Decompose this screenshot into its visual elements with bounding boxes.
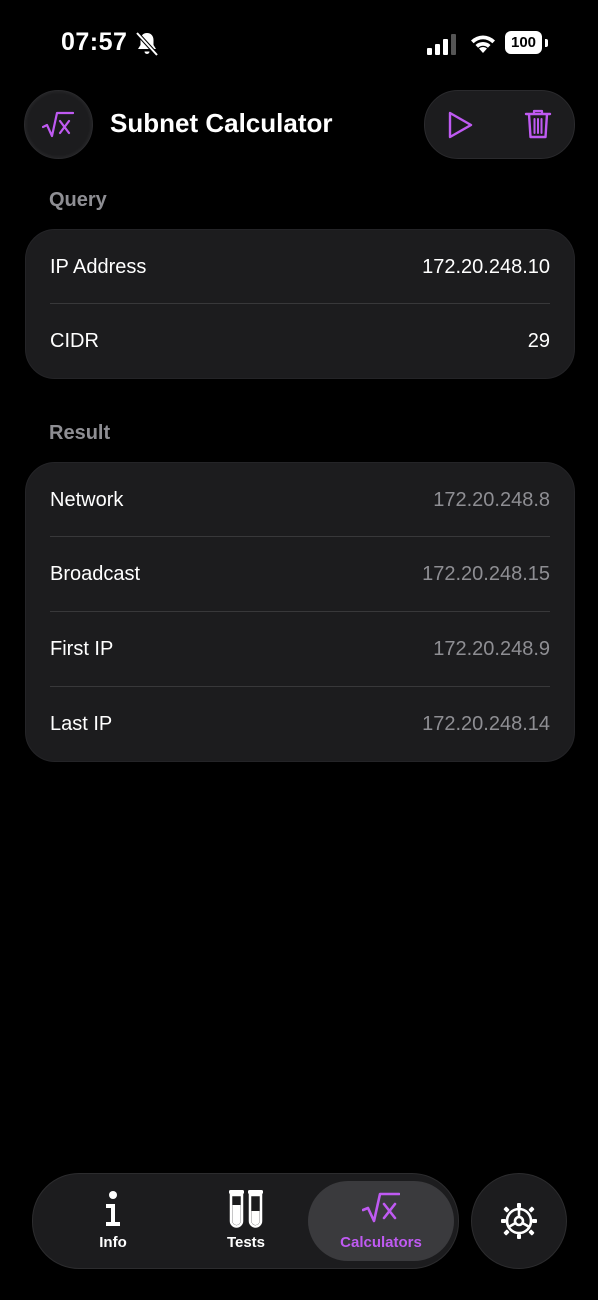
calculator-menu-button[interactable]: [24, 90, 93, 159]
info-icon: [106, 1191, 120, 1226]
status-time: 07:57: [61, 28, 128, 56]
result-row-first-ip: First IP 172.20.248.9: [50, 612, 550, 686]
row-key: CIDR: [50, 329, 99, 352]
gear-icon: [501, 1203, 537, 1239]
tab-bar: Info Tests Calculators: [32, 1173, 459, 1269]
query-card: IP Address 172.20.248.10 CIDR 29: [25, 229, 575, 379]
tab-label: Calculators: [340, 1234, 422, 1251]
tab-calculators[interactable]: Calculators: [308, 1174, 454, 1268]
query-row-cidr[interactable]: CIDR 29: [50, 304, 550, 378]
signal-icon: [427, 34, 456, 55]
query-row-ip[interactable]: IP Address 172.20.248.10: [50, 230, 550, 304]
row-key: Network: [50, 488, 124, 511]
row-value: 172.20.248.8: [433, 488, 550, 511]
row-value: 172.20.248.15: [422, 562, 550, 585]
query-section-label: Query: [49, 189, 107, 211]
square-root-x-icon: [362, 1192, 400, 1223]
result-section-label: Result: [49, 422, 111, 444]
square-root-x-icon: [42, 111, 74, 138]
play-icon[interactable]: [447, 111, 473, 139]
wifi-icon: [471, 35, 495, 53]
row-value: 172.20.248.9: [433, 637, 550, 660]
row-key: Last IP: [50, 712, 113, 735]
settings-button[interactable]: [471, 1173, 567, 1269]
result-card: Network 172.20.248.8 Broadcast 172.20.24…: [25, 462, 575, 762]
row-key: Broadcast: [50, 562, 141, 585]
trash-icon[interactable]: [524, 108, 552, 140]
tab-info[interactable]: Info: [58, 1174, 168, 1268]
tab-label: Tests: [226, 1234, 266, 1251]
bell-slash-icon: [135, 31, 159, 57]
row-value: 172.20.248.14: [422, 712, 550, 735]
battery-icon: 100: [505, 31, 548, 55]
ip-address-field[interactable]: 172.20.248.10: [422, 256, 550, 279]
test-tubes-icon: [229, 1190, 263, 1228]
row-key: IP Address: [50, 255, 147, 278]
page-title: Subnet Calculator: [110, 108, 333, 138]
tab-label: Info: [99, 1234, 127, 1251]
tab-tests[interactable]: Tests: [191, 1174, 301, 1268]
result-row-broadcast: Broadcast 172.20.248.15: [50, 537, 550, 611]
battery-level: 100: [505, 31, 542, 54]
result-row-last-ip: Last IP 172.20.248.14: [50, 687, 550, 761]
result-row-network: Network 172.20.248.8: [50, 463, 550, 537]
cidr-field[interactable]: 29: [528, 330, 550, 353]
row-key: First IP: [50, 637, 114, 660]
header-actions: [424, 90, 575, 159]
